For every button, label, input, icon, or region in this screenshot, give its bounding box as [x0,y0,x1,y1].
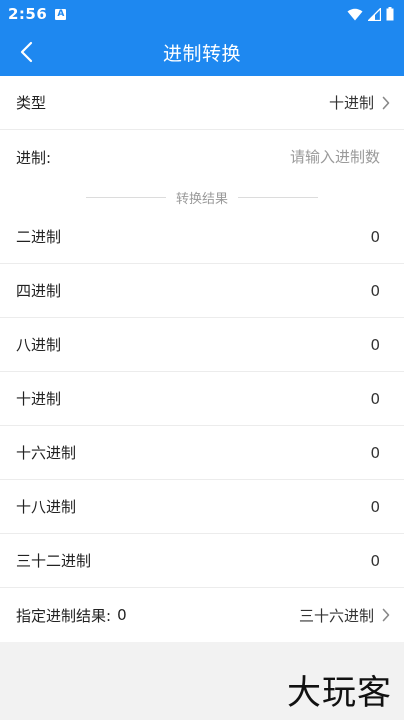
result-value: 0 [370,443,380,462]
type-label: 类型 [16,94,47,112]
result-row: 三十二进制 0 [0,534,404,588]
result-label: 四进制 [16,282,62,300]
chevron-right-icon [382,96,390,110]
watermark-logo: 大玩客 [287,673,392,713]
status-bar: 2:56 A [0,0,404,28]
result-label: 三十二进制 [16,552,92,570]
result-label: 十进制 [16,390,62,408]
result-value: 0 [370,551,380,570]
page-title: 进制转换 [162,42,241,65]
result-label: 八进制 [16,336,62,354]
signal-icon [368,7,381,21]
chevron-right-icon [382,608,390,622]
status-time: 2:56 [8,5,48,23]
result-value: 0 [370,227,380,246]
divider-line-left [85,196,166,198]
result-value: 0 [370,389,380,408]
result-value: 0 [370,497,380,516]
type-value: 十进制 [328,92,390,113]
input-label: 进制: [16,148,52,167]
result-value: 0 [370,335,380,354]
type-value-text: 十进制 [328,94,374,112]
number-input[interactable] [180,148,388,166]
result-row: 十八进制 0 [0,480,404,534]
type-selector-row[interactable]: 类型 十进制 [0,76,404,130]
result-row: 八进制 0 [0,318,404,372]
chevron-left-icon [20,41,33,63]
notification-a-icon: A [55,8,67,20]
result-label: 二进制 [16,228,62,246]
divider-text: 转换结果 [175,191,228,207]
result-row: 十六进制 0 [0,426,404,480]
app-header: 进制转换 [0,28,404,76]
status-icons [347,7,394,21]
custom-result: 指定进制结果: 0 [16,605,127,626]
custom-base-selector-text: 三十六进制 [298,606,374,625]
input-row: 进制: [0,130,404,184]
converter-panel: 类型 十进制 进制: 转换结果 二进制 0 四进制 0 八进制 0 十进制 0 … [0,76,404,642]
custom-result-label: 指定进制结果: [16,606,112,625]
result-label: 十八进制 [16,498,77,516]
custom-base-row: 指定进制结果: 0 三十六进制 [0,588,404,642]
wifi-icon [347,8,363,20]
result-value: 0 [370,281,380,300]
divider-line-right [238,196,318,198]
result-label: 十六进制 [16,444,77,462]
result-row: 十进制 0 [0,372,404,426]
result-row: 二进制 0 [0,210,404,264]
back-button[interactable] [8,34,44,70]
battery-icon [386,7,394,21]
result-row: 四进制 0 [0,264,404,318]
custom-base-selector[interactable]: 三十六进制 [298,605,390,626]
result-divider: 转换结果 [0,184,404,210]
custom-result-value: 0 [117,606,127,624]
